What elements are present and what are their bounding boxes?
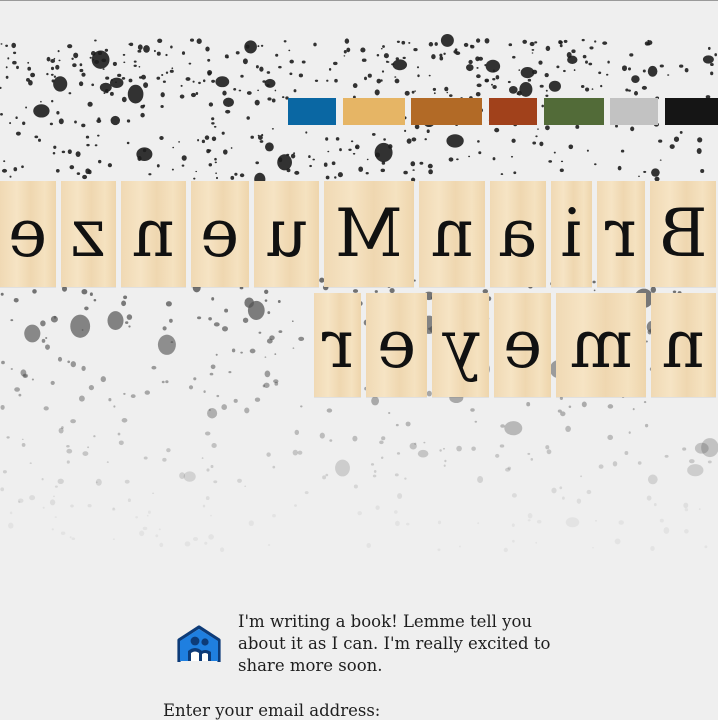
swatch-mustard	[343, 98, 405, 125]
swatch-ochre	[411, 98, 482, 125]
building-people-logo-icon	[177, 625, 221, 662]
title-tile: e	[0, 181, 56, 287]
title-tile: M	[324, 181, 414, 287]
swatch-silver	[610, 98, 658, 125]
title-tile: i	[551, 181, 592, 287]
swatch-olive	[544, 98, 604, 125]
title-tile: n	[651, 293, 716, 397]
swatch-blue	[288, 98, 336, 125]
title-tile: B	[650, 181, 716, 287]
title-tile: u	[254, 181, 319, 287]
title-tile: n	[121, 181, 186, 287]
title-tile: y	[432, 293, 489, 397]
title-tile: e	[366, 293, 427, 397]
swatch-rust	[489, 98, 537, 125]
intro-text: I'm writing a book! Lemme tell you about…	[238, 612, 551, 675]
title-tile: a	[490, 181, 546, 287]
title-tile: r	[314, 293, 361, 397]
title-tile: m	[556, 293, 646, 397]
email-label: Enter your email address:	[163, 701, 381, 720]
title-tile: z	[61, 181, 116, 287]
title-tile: e	[494, 293, 551, 397]
swatch-black	[665, 98, 718, 125]
title-tile: e	[191, 181, 249, 287]
title-tile: r	[597, 181, 645, 287]
title-tile: n	[419, 181, 485, 287]
